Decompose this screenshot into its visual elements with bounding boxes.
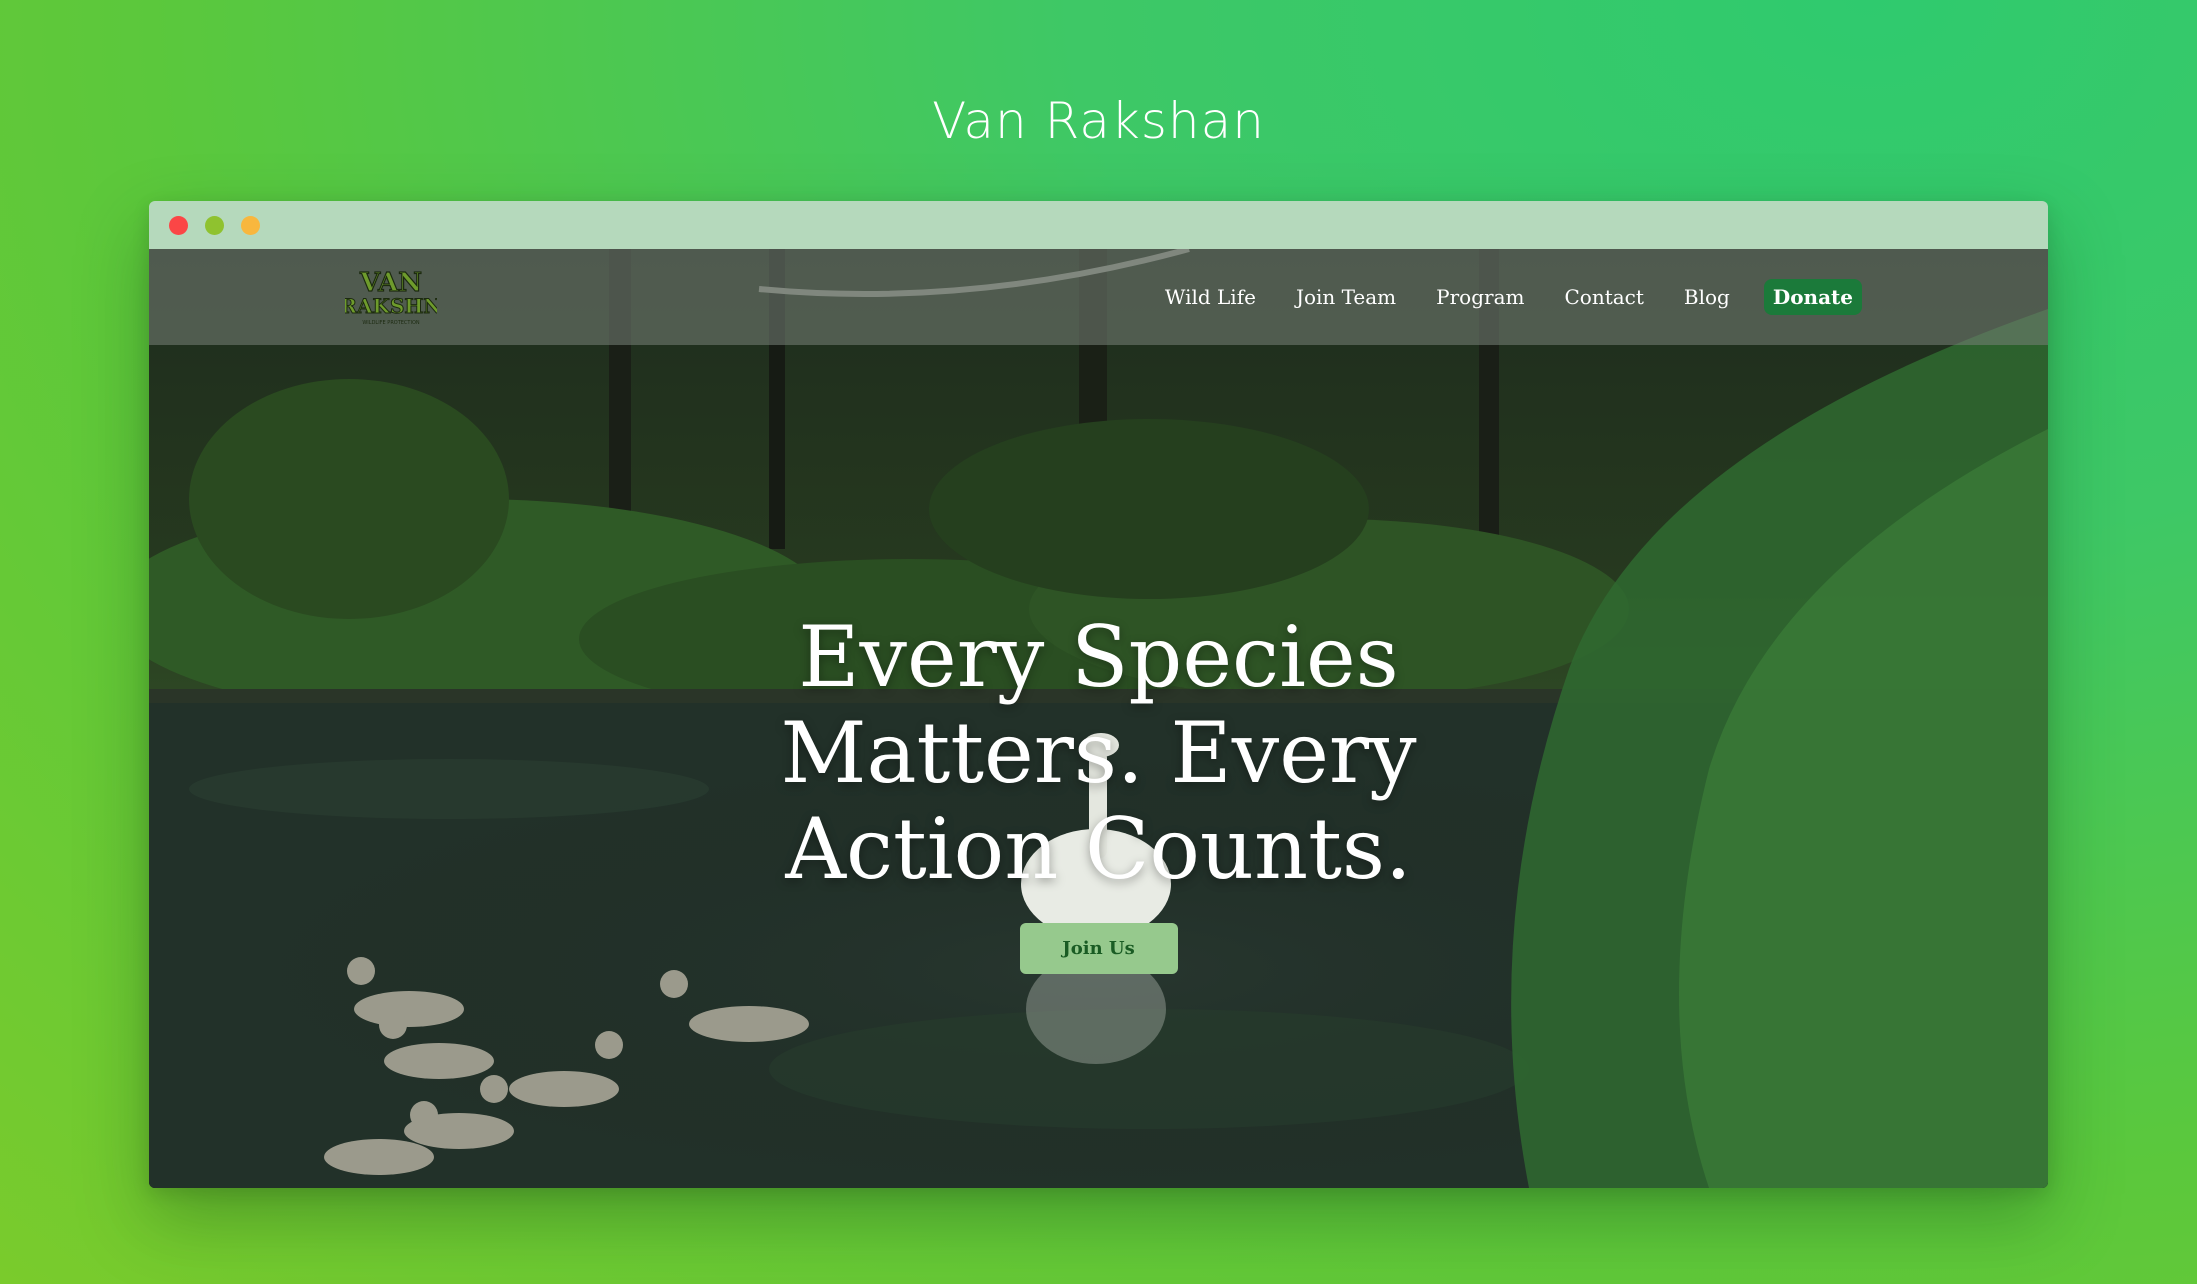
nav-blog[interactable]: Blog <box>1684 285 1730 309</box>
nav-wild-life[interactable]: Wild Life <box>1165 285 1256 309</box>
donate-button[interactable]: Donate <box>1763 279 1862 315</box>
minimize-window-button[interactable] <box>205 216 224 235</box>
nav-contact[interactable]: Contact <box>1564 285 1643 309</box>
close-window-button[interactable] <box>169 216 188 235</box>
hero-title: Every Species Matters. Every Action Coun… <box>780 608 1417 898</box>
page-heading: Van Rakshan <box>932 92 1265 150</box>
site-navbar: VAN RAKSHN WILDLIFE PROTECTION Wild Life… <box>149 249 2048 345</box>
site-logo[interactable]: VAN RAKSHN WILDLIFE PROTECTION <box>345 263 437 329</box>
browser-window: VAN RAKSHN WILDLIFE PROTECTION Wild Life… <box>149 201 2048 1188</box>
maximize-window-button[interactable] <box>241 216 260 235</box>
logo-line2: RAKSHN <box>345 294 437 318</box>
browser-titlebar <box>149 201 2048 249</box>
nav-join-team[interactable]: Join Team <box>1296 285 1396 309</box>
hero-section: Every Species Matters. Every Action Coun… <box>149 609 2048 974</box>
join-us-button[interactable]: Join Us <box>1019 923 1178 974</box>
website-viewport: VAN RAKSHN WILDLIFE PROTECTION Wild Life… <box>149 249 2048 1188</box>
main-navigation: Wild Life Join Team Program Contact Blog… <box>1125 279 1862 315</box>
logo-tagline: WILDLIFE PROTECTION <box>362 320 420 326</box>
nav-program[interactable]: Program <box>1436 285 1524 309</box>
